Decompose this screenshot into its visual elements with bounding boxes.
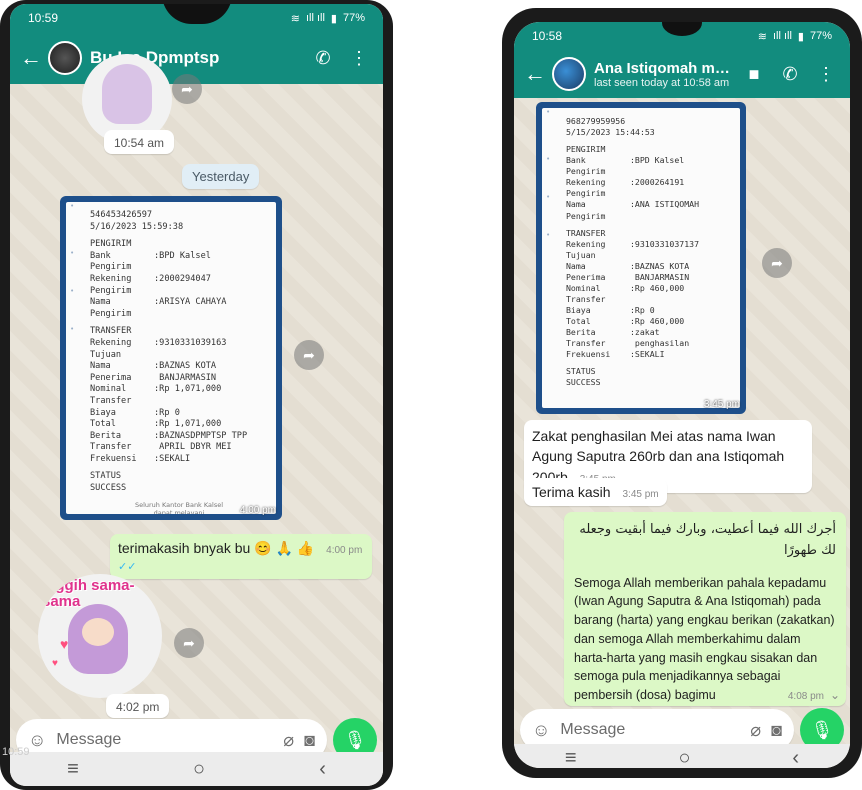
heart-icon: ♥ bbox=[52, 658, 58, 669]
android-nav-bar: ≡ ○ ‹ bbox=[10, 752, 383, 786]
emoji-icon[interactable]: ☺ bbox=[532, 720, 550, 741]
date-divider: Yesterday bbox=[182, 164, 260, 189]
message-input[interactable]: Message bbox=[56, 731, 273, 749]
chevron-down-icon[interactable]: ⌄ bbox=[830, 688, 840, 702]
image-timestamp: 3:45 pm bbox=[703, 399, 740, 410]
wifi-icon: ≋ bbox=[757, 30, 767, 43]
camera-icon[interactable]: ◙ bbox=[304, 730, 315, 751]
signal-icon: ıll ıll bbox=[772, 30, 792, 42]
signal-icon: ıll ıll bbox=[305, 12, 325, 24]
chat-header: ← Ana Istiqomah muzakki last seen today … bbox=[514, 50, 850, 98]
home-icon[interactable]: ○ bbox=[193, 758, 205, 781]
message-time-pill: 4:02 pm bbox=[106, 694, 170, 718]
recents-icon[interactable]: ≡ bbox=[67, 758, 79, 781]
read-receipt-icon: ✓✓ bbox=[118, 561, 137, 573]
sticker-text: Inggih sama-sama bbox=[42, 577, 135, 610]
image-timestamp: 4:00 pm bbox=[239, 505, 276, 516]
attach-icon[interactable]: ⌀ bbox=[283, 730, 294, 751]
recents-icon[interactable]: ≡ bbox=[565, 747, 577, 769]
home-icon[interactable]: ○ bbox=[678, 747, 690, 769]
outgoing-message[interactable]: أجرك الله فيما أعطيت، وبارك فيما أبقيت و… bbox=[564, 512, 846, 706]
paper-perforation: • • • • bbox=[546, 108, 551, 239]
android-nav-bar: ≡ ○ ‹ bbox=[514, 744, 850, 768]
paper-perforation: • • • • bbox=[70, 202, 75, 333]
camera-icon[interactable]: ◙ bbox=[771, 720, 782, 741]
left-phone: 10:59 ≋ ıll ıll ▮ 77% ← Bu Ica Dpmptsp ✆… bbox=[0, 0, 393, 790]
receipt-image[interactable]: • • • • 546453426597 5/16/2023 15:59:38 PEN… bbox=[60, 196, 282, 520]
receipt-image[interactable]: • • • • 968279959956 5/15/2023 15:44:53 PEN… bbox=[536, 102, 746, 414]
contact-avatar[interactable] bbox=[48, 41, 82, 75]
battery-icon: ▮ bbox=[797, 30, 804, 43]
battery-level: 77% bbox=[809, 30, 832, 42]
voice-call-icon[interactable]: ✆ bbox=[776, 60, 804, 88]
message-time-pill: 10:54 am bbox=[104, 130, 175, 154]
wifi-icon: ≋ bbox=[290, 12, 300, 25]
status-time: 10:58 bbox=[532, 29, 563, 43]
message-text: Zakat penghasilan Mei atas nama Iwan Agu… bbox=[532, 428, 785, 485]
battery-level: 77% bbox=[342, 12, 365, 24]
corner-timestamp: 10:59 bbox=[2, 746, 30, 758]
battery-icon: ▮ bbox=[330, 12, 337, 25]
outgoing-message[interactable]: terimakasih bnyak bu 😊 🙏 👍 4:00 pm ✓✓ bbox=[110, 534, 372, 579]
arabic-text: أجرك الله فيما أعطيت، وبارك فيما أبقيت و… bbox=[579, 522, 836, 558]
right-phone: 10:58 ≋ ıll ıll ▮ 77% ← Ana Istiqomah mu… bbox=[502, 8, 862, 778]
back-nav-icon[interactable]: ‹ bbox=[792, 747, 799, 769]
incoming-message[interactable]: Terima kasih 3:45 pm bbox=[524, 478, 667, 506]
more-menu-icon[interactable]: ⋮ bbox=[812, 60, 840, 88]
last-seen-status: last seen today at 10:58 am bbox=[594, 76, 730, 89]
back-nav-icon[interactable]: ‹ bbox=[319, 758, 326, 781]
chat-header: ← Bu Ica Dpmptsp ✆ ⋮ bbox=[10, 32, 383, 84]
sticker-message[interactable]: ♥ ♥ Inggih sama-sama bbox=[38, 574, 162, 698]
left-screen: 10:59 ≋ ıll ıll ▮ 77% ← Bu Ica Dpmptsp ✆… bbox=[10, 4, 383, 786]
attach-icon[interactable]: ⌀ bbox=[750, 720, 761, 741]
message-input[interactable]: Message bbox=[560, 721, 740, 739]
message-time: 4:00 pm bbox=[326, 545, 363, 556]
message-text: Terima kasih bbox=[532, 484, 611, 500]
forward-icon[interactable]: ➦ bbox=[762, 248, 792, 278]
message-text: terimakasih bnyak bu 😊 🙏 👍 bbox=[118, 540, 315, 556]
forward-icon[interactable]: ➦ bbox=[174, 628, 204, 658]
message-time: 3:45 pm bbox=[622, 489, 659, 500]
right-screen: 10:58 ≋ ıll ıll ▮ 77% ← Ana Istiqomah mu… bbox=[514, 22, 850, 768]
emoji-icon[interactable]: ☺ bbox=[28, 730, 46, 751]
back-arrow-icon[interactable]: ← bbox=[524, 61, 546, 87]
add-call-icon[interactable]: ✆ bbox=[309, 44, 337, 72]
message-time: 4:08 pm bbox=[787, 691, 824, 702]
video-call-icon[interactable]: ■ bbox=[740, 60, 768, 88]
forward-icon[interactable]: ➦ bbox=[294, 340, 324, 370]
more-menu-icon[interactable]: ⋮ bbox=[345, 44, 373, 72]
status-time: 10:59 bbox=[28, 11, 59, 25]
back-arrow-icon[interactable]: ← bbox=[20, 45, 42, 71]
contact-name[interactable]: Ana Istiqomah muzakki bbox=[594, 60, 732, 77]
forward-icon[interactable]: ➦ bbox=[172, 74, 202, 104]
heart-icon: ♥ bbox=[60, 636, 69, 652]
contact-avatar[interactable] bbox=[552, 57, 586, 91]
message-text: Semoga Allah memberikan pahala kepadamu … bbox=[574, 575, 835, 703]
